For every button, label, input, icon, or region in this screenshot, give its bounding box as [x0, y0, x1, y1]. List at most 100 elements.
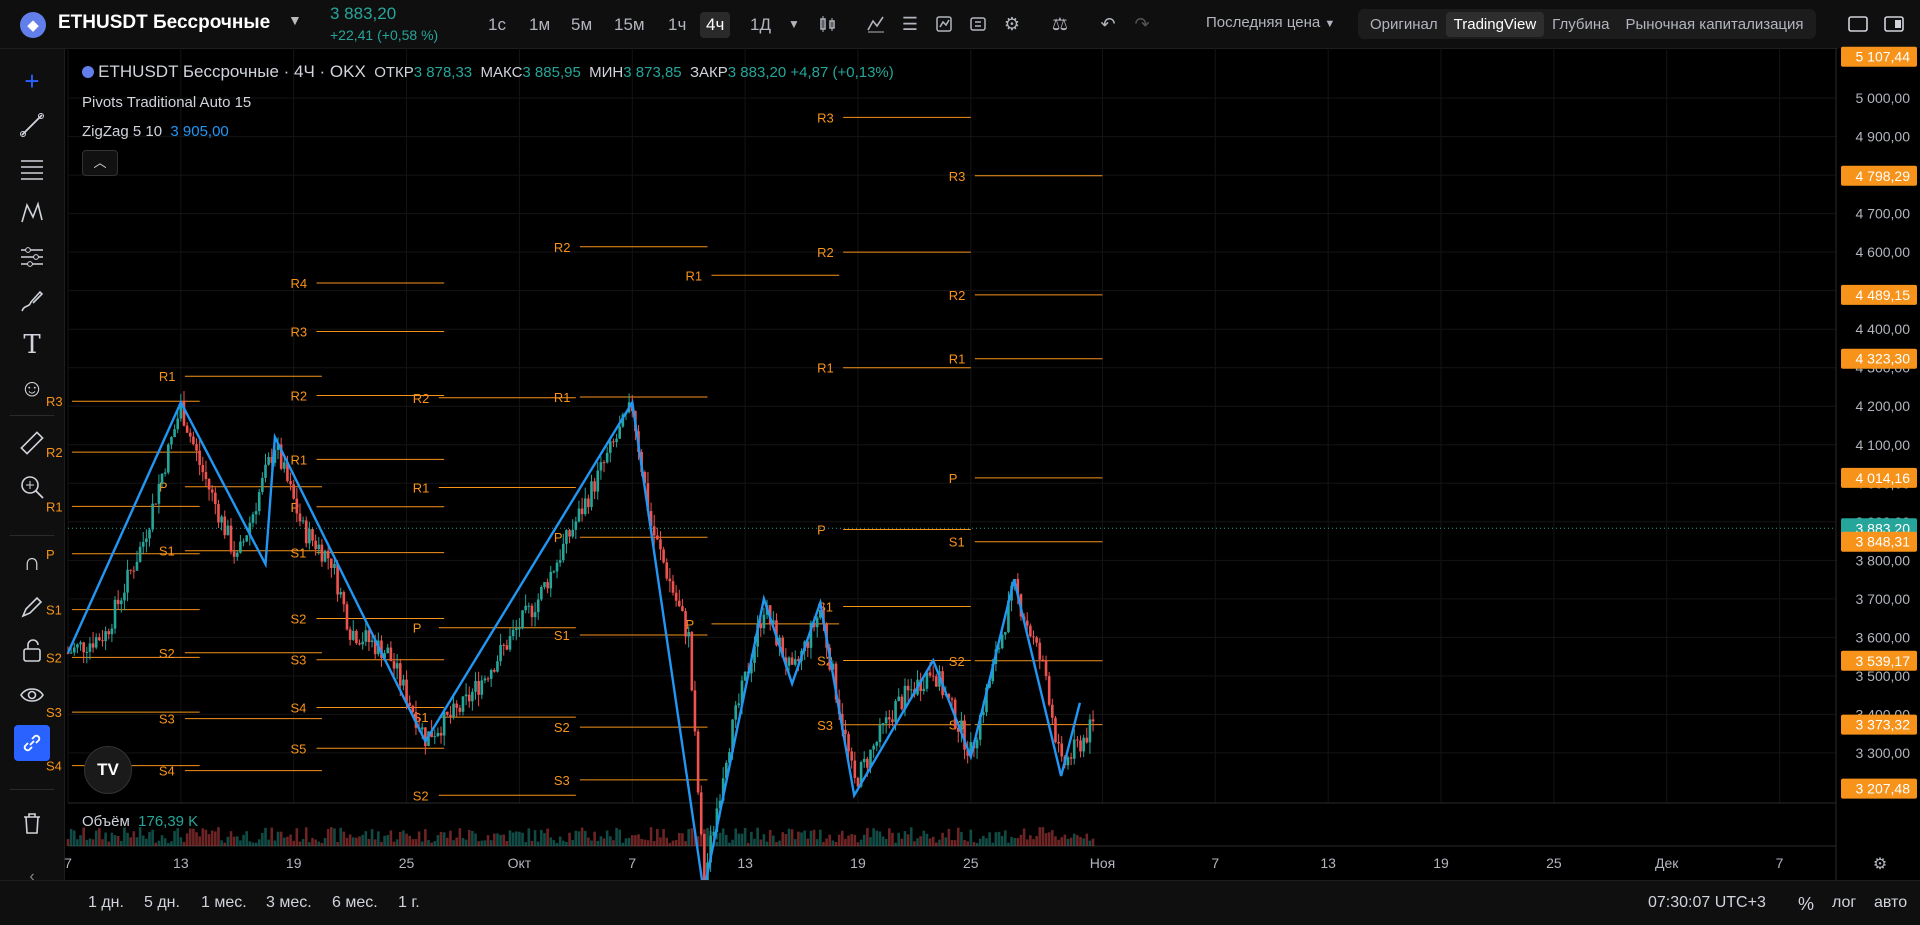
volume-bar [442, 832, 446, 846]
candle-body [339, 591, 343, 595]
volume-bar [649, 827, 653, 846]
legend-title[interactable]: ETHUSDT Бессрочные · 4Ч · OKX [98, 62, 366, 81]
range-1m[interactable]: 1 мес. [201, 894, 247, 912]
pivot-label: S1 [46, 603, 62, 618]
volume-bar [762, 834, 766, 846]
volume-bar [963, 839, 966, 846]
volume-bar [580, 827, 584, 846]
candle-body [483, 678, 487, 681]
time-tick-label: Дек [1655, 855, 1679, 871]
candle-body [878, 725, 882, 743]
candle-body [126, 569, 129, 593]
candle-body [521, 610, 524, 629]
candle-body [107, 631, 111, 635]
candle-body [762, 614, 766, 629]
candle-body [891, 719, 894, 723]
candle-body [314, 540, 317, 550]
zigzag-indicator[interactable]: ZigZag 5 10 3 905,00 [82, 123, 229, 140]
price-chart[interactable]: R3 R2 R1 P S1 S2 S3 S4 R1 P S1 S2 S3 S4 R4 R3 R2 R1 P S1 S2 S… [0, 0, 1920, 880]
volume-bar [364, 831, 368, 846]
candle-body [348, 629, 352, 640]
candle-body [477, 680, 480, 695]
volume-bar [590, 840, 593, 846]
candle-body [759, 623, 763, 629]
auto-toggle[interactable]: авто [1874, 894, 1907, 912]
range-1y[interactable]: 1 г. [398, 894, 420, 912]
candle-body [467, 694, 471, 702]
low-value: 3 873,85 [623, 64, 682, 81]
volume-bar [740, 833, 744, 846]
candle-body [734, 705, 738, 720]
volume-bar [380, 841, 383, 846]
range-3m[interactable]: 3 мес. [266, 894, 312, 912]
candle-body [355, 630, 358, 644]
price-axis[interactable]: 5 000,004 900,004 800,004 700,004 600,00… [1838, 46, 1920, 804]
candle-body [251, 514, 255, 523]
time-tick-label: 25 [963, 855, 979, 871]
volume-bar [217, 827, 220, 846]
log-toggle[interactable]: лог [1832, 894, 1856, 912]
volume-bar [326, 829, 330, 846]
candle-body [1025, 620, 1029, 626]
volume-bar [684, 841, 687, 846]
candle-body [527, 605, 531, 607]
pivot-label: P [817, 523, 826, 538]
pivot-label: S4 [291, 700, 307, 715]
percent-toggle[interactable]: % [1798, 894, 1814, 915]
pivot-label: S1 [554, 628, 570, 643]
range-6m[interactable]: 6 мес. [332, 894, 378, 912]
candle-body [693, 690, 697, 732]
candle-body [674, 592, 678, 601]
candle-body [652, 526, 656, 536]
volume-bar [245, 831, 248, 846]
volume-bar [1069, 837, 1073, 846]
candle-body [392, 661, 396, 669]
tradingview-logo[interactable]: TV [84, 746, 132, 794]
candle-body [737, 703, 741, 706]
volume-bar [98, 828, 101, 846]
candle-body [615, 438, 618, 442]
candle-body [317, 544, 321, 550]
volume-bar [373, 839, 377, 846]
volume-bar [188, 828, 192, 846]
volume-bar [844, 839, 847, 846]
candle-body [565, 530, 568, 544]
volume-bar [232, 836, 236, 846]
volume-bar [947, 828, 951, 846]
volume-bar [1003, 830, 1007, 846]
volume-bar [734, 828, 738, 846]
clock[interactable]: 07:30:07 UTC+3 [1648, 894, 1766, 912]
volume-bar [637, 834, 640, 846]
volume-legend[interactable]: Объём 176,39 K [82, 813, 198, 830]
candle-body [850, 751, 853, 761]
volume-bar [446, 837, 449, 846]
price-badge-label: 4 014,16 [1856, 470, 1911, 486]
candle-body [289, 481, 292, 485]
volume-bar [1029, 835, 1032, 846]
candle-body [455, 703, 459, 708]
candle-body [935, 676, 938, 687]
legend-change: +4,87 (+0,13%) [790, 64, 894, 81]
pivot-levels: R3 R2 R1 P S1 S2 S3 S4 R1 P S1 S2 S3 S4 R4 R3 R2 R1 P S1 S2 S… [46, 110, 1103, 803]
volume-bar [333, 828, 336, 846]
range-5d[interactable]: 5 дн. [144, 894, 180, 912]
candle-body [909, 689, 913, 691]
volume-bar [408, 835, 411, 846]
candle-body [223, 516, 227, 536]
candle-body [261, 477, 264, 493]
candle-body [1003, 632, 1007, 635]
volume-bar [809, 830, 813, 846]
volume-bar [267, 839, 270, 846]
price-badge-label: 3 373,32 [1856, 717, 1911, 733]
volume-bar [972, 842, 976, 846]
candle-body [123, 592, 126, 601]
time-axis[interactable]: 7 13 19 25 Окт 7 13 19 25 Ноя 7 13 19 25 Дек 7 ⚙ [64, 855, 1887, 873]
volume-bar [201, 828, 205, 846]
candle-body [875, 742, 879, 746]
collapse-legend-button[interactable]: ︿ [82, 150, 118, 176]
high-label: МАКС [480, 64, 523, 81]
volume-bar [703, 829, 706, 846]
volume-bar [82, 827, 85, 846]
range-1d[interactable]: 1 дн. [88, 894, 124, 912]
pivots-indicator-label[interactable]: Pivots Traditional Auto 15 [82, 94, 251, 111]
